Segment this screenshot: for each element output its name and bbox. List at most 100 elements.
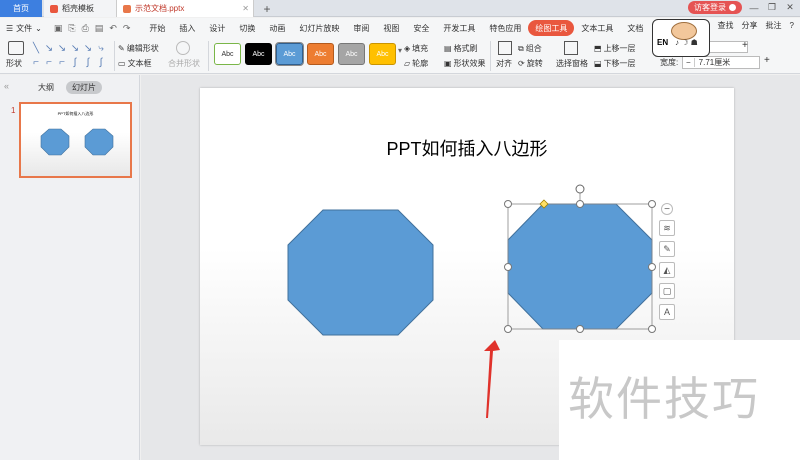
new-tab-button[interactable]: +	[260, 0, 274, 17]
selection-pane-button[interactable]: 选择窗格	[556, 58, 588, 69]
ribbon-tabs: 开始 插入 设计 切换 动画 幻灯片放映 审阅 视图 安全 开发工具 特色应用 …	[142, 20, 650, 36]
tab-transition[interactable]: 切换	[232, 20, 262, 36]
shape-style-5[interactable]: Abc	[338, 43, 365, 65]
tab-home[interactable]: 首页	[0, 0, 42, 17]
undo-icon[interactable]: ↶	[109, 23, 117, 34]
group-label: 组合	[525, 44, 542, 53]
shape-style-3[interactable]: Abc	[275, 42, 304, 66]
shape-effects-button[interactable]: ▣ 形状效果	[444, 58, 486, 69]
height-increase-button[interactable]: +	[742, 40, 748, 51]
elbow-connector-icon[interactable]: ↘	[69, 41, 81, 55]
arrow-line-icon[interactable]: ↘	[43, 41, 55, 55]
fill-button[interactable]: ◈ 填充	[404, 43, 428, 54]
outline-tab[interactable]: 大纲	[38, 82, 54, 93]
outline-button[interactable]: ▱ 轮廓	[404, 58, 428, 69]
pencil-icon[interactable]: ✎	[659, 241, 675, 257]
text-box-icon: ▭	[118, 59, 126, 68]
save-icon[interactable]: ▣	[54, 23, 63, 34]
group-button[interactable]: ⧉ 组合	[518, 43, 542, 54]
tab-document[interactable]: 示范文档.pptx ✕	[116, 0, 254, 17]
line-icon[interactable]: ╲	[30, 41, 42, 55]
tab-template-label: 稻壳模板	[62, 4, 94, 13]
tab-drawing-tools[interactable]: 绘图工具	[528, 20, 575, 36]
tab-security[interactable]: 安全	[406, 20, 436, 36]
input-language-label: EN	[657, 38, 669, 47]
text-style-icon[interactable]: A	[659, 304, 675, 320]
effects-icon: ▣	[444, 59, 452, 68]
input-method-badge[interactable]: EN ♪ ☽ ☗	[652, 19, 710, 57]
align-button[interactable]: 对齐	[496, 58, 512, 69]
width-label: 宽度:	[660, 58, 679, 67]
tab-start[interactable]: 开始	[142, 20, 172, 36]
rotate-button[interactable]: ⟳ 旋转	[518, 58, 543, 69]
tab-developer[interactable]: 开发工具	[436, 20, 482, 36]
elbow-double-icon[interactable]: ⌐	[56, 55, 68, 69]
align-icon	[498, 41, 512, 55]
tab-slideshow[interactable]: 幻灯片放映	[292, 20, 346, 36]
bring-forward-button[interactable]: ⬒ 上移一层	[594, 43, 636, 54]
shape-style-4[interactable]: Abc	[307, 43, 334, 65]
minimize-button[interactable]: —	[748, 3, 760, 13]
watermark-text: 软件技巧	[568, 372, 760, 426]
tab-design[interactable]: 设计	[202, 20, 232, 36]
edit-shape-label: 编辑形状	[126, 44, 159, 53]
tab-text-tools[interactable]: 文本工具	[574, 20, 620, 36]
help-icon[interactable]: ?	[790, 21, 794, 30]
curve-icon[interactable]: ∫	[69, 55, 81, 69]
width-field[interactable]: − 7.71厘米	[682, 56, 760, 69]
visitor-login-button[interactable]: 访客登录	[688, 1, 742, 14]
divider	[114, 41, 115, 71]
slides-tab[interactable]: 幻灯片	[66, 81, 102, 94]
elbow-connector-2-icon[interactable]: ⌐	[30, 55, 42, 69]
width-decrease-button[interactable]: −	[683, 58, 695, 67]
redo-icon[interactable]: ↷	[123, 23, 131, 34]
merge-shape-button[interactable]: 合并形状	[168, 58, 200, 69]
slide-thumbnail[interactable]: PPT如何插入八边形	[19, 102, 132, 178]
elbow-arrow-2-icon[interactable]: ⌐	[43, 55, 55, 69]
elbow-arrow-icon[interactable]: ↘	[82, 41, 94, 55]
export-icon[interactable]: ⎘	[68, 23, 75, 34]
find-button[interactable]: 查找	[718, 20, 734, 31]
close-button[interactable]: ✕	[784, 2, 796, 13]
tab-animation[interactable]: 动画	[262, 20, 292, 36]
slide-title[interactable]: PPT如何插入八边形	[200, 135, 734, 161]
curve-arrow-icon[interactable]: ∫	[82, 55, 94, 69]
visitor-login-label: 访客登录	[694, 3, 726, 12]
shape-style-1[interactable]: Abc	[214, 43, 241, 65]
tab-review[interactable]: 审阅	[346, 20, 376, 36]
border-icon[interactable]: ▢	[659, 283, 675, 299]
tab-view[interactable]: 视图	[376, 20, 406, 36]
bring-forward-label: 上移一层	[603, 44, 636, 53]
tab-features[interactable]: 特色应用	[482, 20, 528, 36]
share-button[interactable]: 分享	[742, 20, 758, 31]
preview-icon[interactable]: ▤	[95, 23, 104, 34]
curve-double-icon[interactable]: ∫	[95, 55, 107, 69]
restore-button[interactable]: ❐	[766, 2, 778, 13]
connector-gallery[interactable]: ╲ ↘ ↘ ↘ ↘ ⤷ ⌐ ⌐ ⌐ ∫ ∫ ∫	[30, 41, 110, 69]
tab-close-icon[interactable]: ✕	[242, 4, 249, 13]
double-arrow-icon[interactable]: ↘	[56, 41, 68, 55]
format-painter-button[interactable]: ▤ 格式刷	[444, 43, 478, 54]
send-backward-button[interactable]: ⬓ 下移一层	[594, 58, 636, 69]
shape-style-6[interactable]: Abc	[369, 43, 396, 65]
panel-tabs: 大纲 幻灯片	[0, 81, 140, 94]
file-menu-button[interactable]: ☰ 文件 ⌄	[0, 23, 48, 34]
print-icon[interactable]: ⎙	[82, 23, 89, 34]
curved-connector-icon[interactable]: ⤷	[95, 41, 107, 55]
text-box-button[interactable]: ▭ 文本框	[118, 58, 152, 69]
edit-shape-button[interactable]: ✎ 编辑形状	[118, 43, 159, 54]
fill-bucket-float-icon[interactable]: ◭	[659, 262, 675, 278]
tab-insert[interactable]: 插入	[172, 20, 202, 36]
slide-panel: « 大纲 幻灯片 1 PPT如何插入八边形	[0, 75, 140, 460]
comment-button[interactable]: 批注	[766, 20, 782, 31]
collapse-toolbar-button[interactable]: −	[661, 203, 673, 215]
quick-access-toolbar: ▣ ⎘ ⎙ ▤ ↶ ↷	[48, 23, 137, 34]
shape-style-2[interactable]: Abc	[245, 43, 272, 65]
tab-document-more[interactable]: 文档	[620, 20, 650, 36]
hamburger-icon: ☰	[6, 23, 14, 33]
style-gallery-more-icon[interactable]: ▾	[398, 46, 402, 55]
rotate-icon: ⟳	[518, 59, 525, 68]
shape-group[interactable]: 形状	[4, 38, 28, 74]
layers-icon[interactable]: ≋	[659, 220, 675, 236]
width-increase-button[interactable]: +	[764, 55, 770, 66]
